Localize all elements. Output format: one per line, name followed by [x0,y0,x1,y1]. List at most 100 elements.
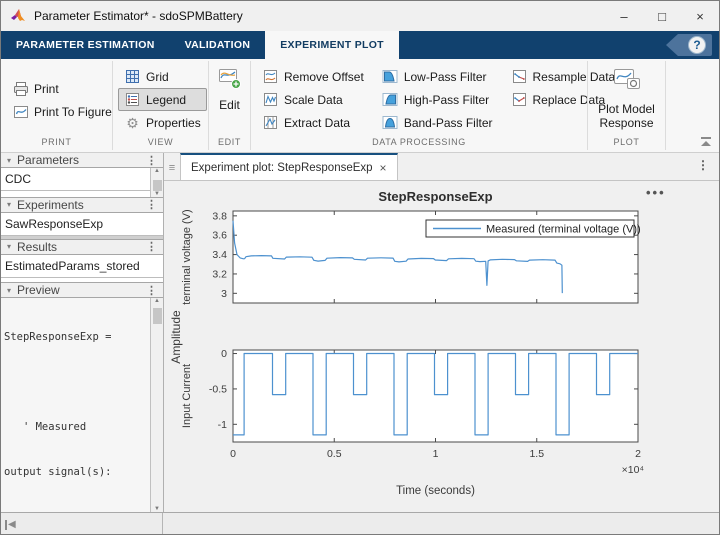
scroll-up-icon[interactable]: ▲ [154,298,160,304]
result-item[interactable]: EstimatedParams_stored [1,255,163,278]
plot-document-area: ≡ Experiment plot: StepResponseExp × ⋮ S… [164,153,719,512]
plot-options-icon[interactable]: ••• [646,185,666,200]
legend-label: Legend [146,93,186,107]
low-pass-filter-label: Low-Pass Filter [404,70,487,84]
group-view-label: VIEW [115,137,206,152]
print-to-figure-button[interactable]: Print To Figure [6,100,118,123]
voltage-subplot: 33.23.43.63.8Measured (terminal voltage … [164,199,719,323]
parameters-scrollbar[interactable]: ▲ ▼ [150,168,163,197]
high-pass-filter-button[interactable]: High-Pass Filter [376,88,499,111]
print-figure-icon [12,104,29,120]
app-window: Parameter Estimator* - sdoSPMBattery – □… [0,0,720,535]
preview-menu-icon[interactable]: ⋮ [146,284,157,297]
group-data-processing: Remove Offset Scale Data [251,59,587,152]
window-title: Parameter Estimator* - sdoSPMBattery [34,9,605,23]
gear-icon: ⚙ [124,115,141,131]
svg-text:Input Current: Input Current [181,364,193,428]
svg-text:3.6: 3.6 [212,230,227,242]
tab-validation[interactable]: VALIDATION [170,31,266,59]
experiments-menu-icon[interactable]: ⋮ [146,198,157,211]
panel-list-icon[interactable]: ≡ [164,162,180,180]
extract-data-label: Extract Data [284,116,350,130]
collapse-parameters-icon[interactable]: ▾ [7,156,11,165]
parameters-menu-icon[interactable]: ⋮ [146,154,157,167]
experiment-plot-tab[interactable]: Experiment plot: StepResponseExp × [180,153,398,180]
parameters-list: CDC CPR ADC ▲ ▼ [1,167,163,198]
remove-offset-icon [262,69,279,85]
experiments-list: SawResponseExp StepResponseExp [1,212,163,240]
plot-model-response-icon [611,67,643,98]
experiments-title: Experiments [17,198,84,212]
tab-bar-menu-icon[interactable]: ⋮ [697,158,709,172]
preview-section-header[interactable]: ▾ Preview ⋮ [1,283,163,297]
band-pass-filter-button[interactable]: Band-Pass Filter [376,111,499,134]
results-menu-icon[interactable]: ⋮ [146,240,157,253]
tab-parameter-estimation[interactable]: PARAMETER ESTIMATION [1,31,170,59]
replace-data-icon [511,92,528,108]
collapse-sidebar-icon[interactable]: ◀ [5,520,16,530]
preview-pane: StepResponseExp = ' Measured output sign… [1,297,163,512]
preview-scrollbar[interactable]: ▲ ▼ [150,298,163,512]
minimize-button[interactable]: – [605,1,643,31]
matlab-logo-icon [9,8,26,24]
scrollbar-thumb[interactable] [153,180,162,191]
svg-text:terminal voltage (V): terminal voltage (V) [181,209,193,304]
low-pass-filter-icon [382,69,399,85]
properties-label: Properties [146,116,201,130]
ribbon-toolbar: Print Print To Figure PRINT [1,59,719,153]
experiments-section-header[interactable]: ▾ Experiments ⋮ [1,198,163,212]
svg-text:Measured (terminal voltage (V): Measured (terminal voltage (V)) [486,223,641,235]
svg-text:0: 0 [230,448,236,460]
plot-model-response-label: Plot Model Response [594,102,659,130]
grid-button[interactable]: Grid [118,65,207,88]
remove-offset-label: Remove Offset [284,70,364,84]
remove-offset-button[interactable]: Remove Offset [256,65,370,88]
question-icon: ? [688,36,706,54]
grid-label: Grid [146,70,169,84]
low-pass-filter-button[interactable]: Low-Pass Filter [376,65,499,88]
document-tab-bar: ≡ Experiment plot: StepResponseExp × ⋮ [164,153,719,181]
edit-button[interactable]: Edit [213,63,247,137]
tab-close-icon[interactable]: × [380,161,387,175]
properties-button[interactable]: ⚙ Properties [118,111,207,134]
parameter-item[interactable]: CPR [1,191,150,198]
group-data-processing-label: DATA PROCESSING [253,137,585,152]
results-list: EstimatedParams_stored [1,254,163,283]
collapse-experiments-icon[interactable]: ▾ [7,200,11,209]
tab-experiment-plot[interactable]: EXPERIMENT PLOT [265,31,399,59]
experiment-item[interactable]: SawResponseExp [1,213,163,236]
group-plot-label: PLOT [590,137,663,152]
print-button[interactable]: Print [6,77,118,100]
plot-model-response-button[interactable]: Plot Model Response [590,63,663,137]
scroll-up-icon[interactable]: ▲ [154,168,160,174]
edit-label: Edit [219,98,240,112]
scrollbar-thumb[interactable] [153,308,162,324]
collapse-preview-icon[interactable]: ▾ [7,286,11,295]
scroll-down-icon[interactable]: ▼ [154,506,160,512]
group-print: Print Print To Figure PRINT [1,59,112,152]
collapse-results-icon[interactable]: ▾ [7,242,11,251]
svg-text:-0.5: -0.5 [209,383,227,395]
parameters-title: Parameters [17,153,79,167]
group-print-label: PRINT [3,137,110,152]
scale-data-button[interactable]: Scale Data [256,88,370,111]
svg-text:3: 3 [221,288,227,300]
high-pass-filter-label: High-Pass Filter [404,93,489,107]
extract-data-button[interactable]: Extract Data [256,111,370,134]
experiment-plot-tab-label: Experiment plot: StepResponseExp [191,162,373,174]
collapse-ribbon-icon[interactable] [701,137,711,146]
svg-text:2: 2 [635,448,641,460]
maximize-button[interactable]: □ [643,1,681,31]
ribbon-tab-bar: PARAMETER ESTIMATION VALIDATION EXPERIME… [1,31,719,59]
close-button[interactable]: × [681,1,719,31]
results-section-header[interactable]: ▾ Results ⋮ [1,240,163,254]
svg-text:0: 0 [221,348,227,360]
legend-button[interactable]: Legend [118,88,207,111]
parameter-item[interactable]: CDC [1,168,150,191]
parameters-section-header[interactable]: ▾ Parameters ⋮ [1,153,163,167]
band-pass-filter-icon [382,115,399,131]
scroll-down-icon[interactable]: ▼ [154,191,160,197]
extract-data-icon [262,115,279,131]
help-button[interactable]: ? [666,34,712,56]
svg-text:3.8: 3.8 [212,210,227,222]
